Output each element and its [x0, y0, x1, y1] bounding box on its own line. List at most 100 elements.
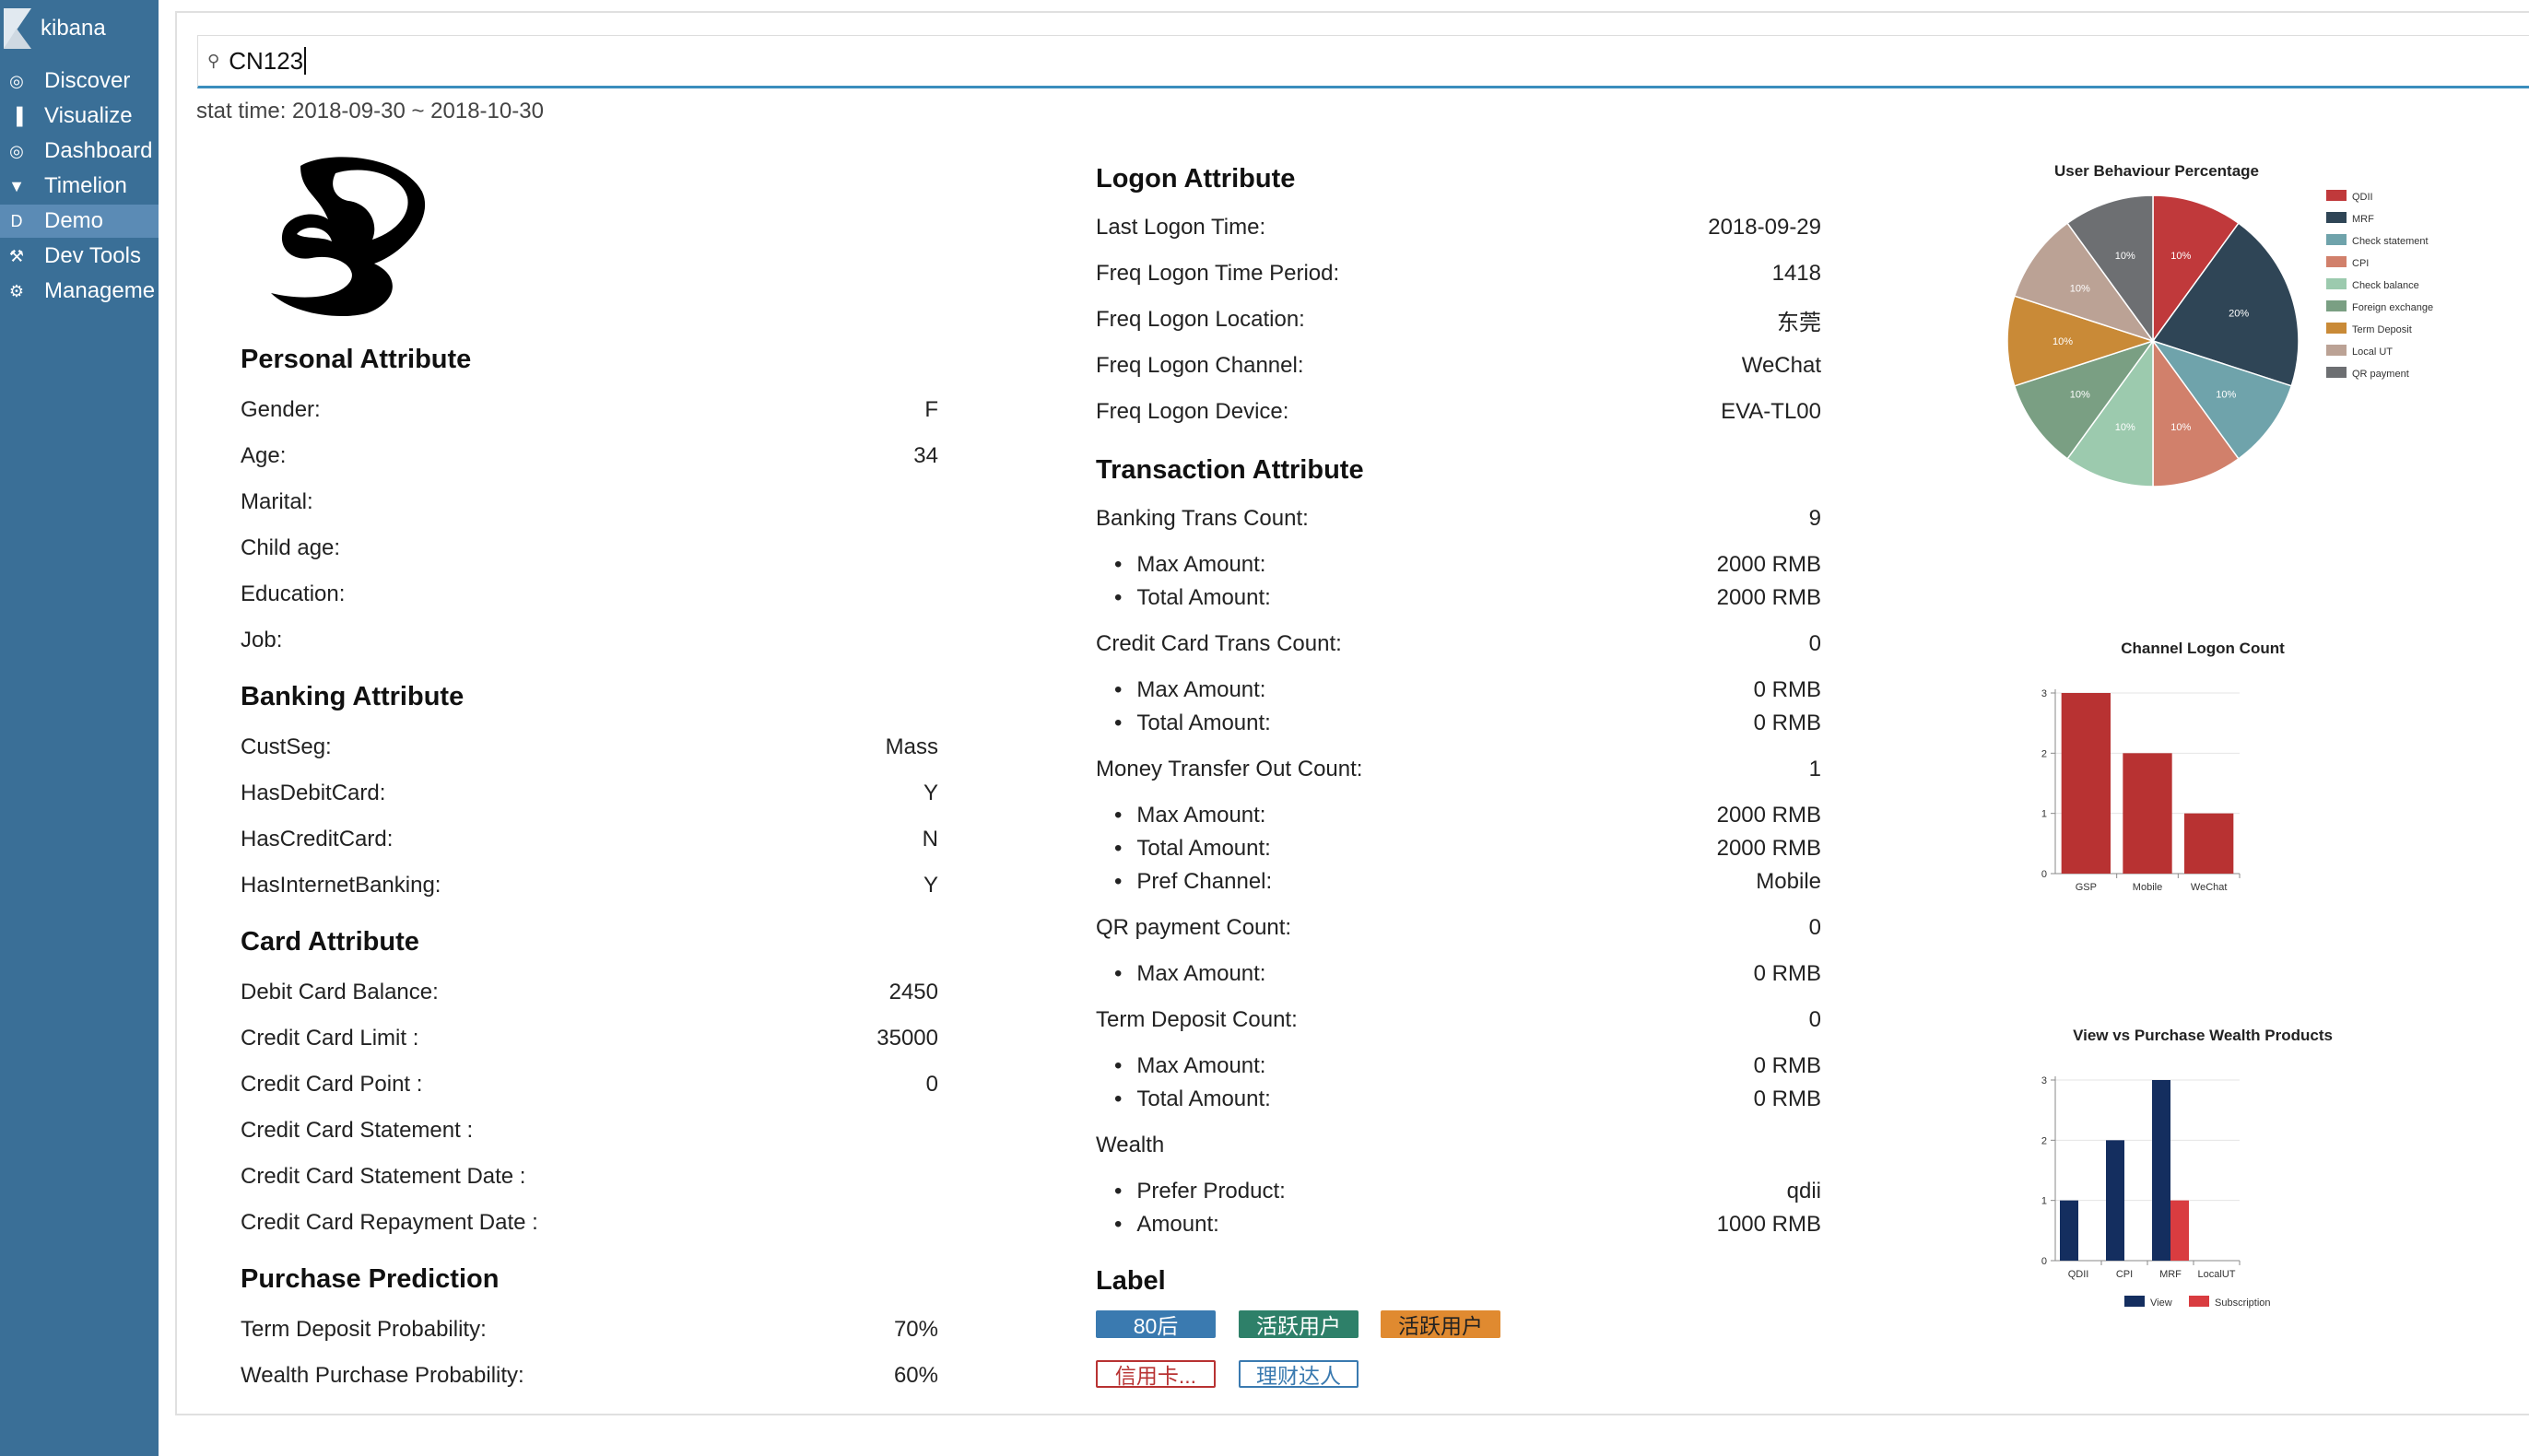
sidebar-item-label: Manageme [44, 278, 156, 303]
pie-slice-label: 10% [2070, 283, 2090, 294]
sidebar-item-label: Visualize [44, 103, 133, 128]
wrench-icon: ⚒ [8, 246, 25, 265]
field-label: Money Transfer Out Count: [1096, 757, 1363, 781]
personal-attribute-row: Age: 34 [241, 438, 938, 475]
kibana-brand[interactable]: kibana [0, 0, 159, 57]
legend-label: MRF [2352, 214, 2374, 225]
field-value: Y [923, 781, 938, 805]
field-value: EVA-TL00 [1721, 399, 1821, 424]
field-label: Prefer Product: [1118, 1179, 1285, 1204]
transaction-attribute-title: Transaction Attribute [1096, 455, 1364, 485]
sidebar-item-timelion[interactable]: ▼ Timelion [0, 170, 159, 203]
bar[interactable] [2106, 1140, 2124, 1261]
transaction-attribute-row: Pref Channel: Mobile [1118, 863, 1821, 900]
field-value: N [922, 827, 938, 851]
field-label: Child age: [241, 535, 341, 560]
x-tick-label: QDII [2068, 1269, 2089, 1280]
logon-attribute-title: Logon Attribute [1096, 164, 1296, 194]
field-label: Marital: [241, 489, 313, 514]
purchase-prediction-row: Wealth Purchase Probability: 60% [241, 1357, 938, 1394]
pie-chart: 10% 20% 10% 10% 10% 10% 10% 10% 10% QDII MRF Check … [2006, 190, 2433, 487]
pie-slice-label: 10% [2170, 422, 2191, 433]
legend-label: Check statement [2352, 236, 2429, 247]
legend-label: Term Deposit [2352, 324, 2412, 335]
field-value: 0 RMB [1753, 710, 1821, 735]
sidebar-item-label: Demo [44, 208, 104, 233]
logon-attribute-row: Last Logon Time: 2018-09-29 [1096, 209, 1821, 246]
field-label: Credit Card Statement : [241, 1118, 474, 1143]
y-tick-label: 3 [2041, 1075, 2047, 1086]
sidebar-item-label: Dashboard [44, 138, 153, 163]
field-label: HasInternetBanking: [241, 873, 441, 898]
transaction-attribute-row: Amount: 1000 RMB [1118, 1206, 1821, 1243]
bar[interactable] [2123, 753, 2172, 874]
field-label: Total Amount: [1118, 585, 1270, 611]
field-label: Job: [241, 628, 283, 652]
transaction-attribute-row: Wealth [1096, 1127, 1821, 1164]
field-label: Age: [241, 443, 287, 468]
label-tag[interactable]: 活跃用户 [1239, 1310, 1359, 1338]
transaction-attribute-row: QR payment Count: 0 [1096, 910, 1821, 946]
search-bar[interactable]: ⚲ CN123 [197, 35, 2529, 88]
field-value: 0 RMB [1753, 961, 1821, 986]
sidebar-item-manageme[interactable]: ⚙ Manageme [0, 275, 159, 308]
sidebar-item-visualize[interactable]: ▐ Visualize [0, 100, 159, 133]
field-label: Total Amount: [1118, 836, 1270, 862]
sidebar-item-label: Dev Tools [44, 243, 141, 268]
sidebar-item-label: Timelion [44, 173, 127, 198]
bar[interactable] [2060, 1200, 2078, 1261]
legend-label: QDII [2352, 192, 2373, 203]
label-tag[interactable]: 活跃用户 [1381, 1310, 1500, 1338]
field-value: 2450 [888, 980, 938, 1004]
legend-swatch [2326, 212, 2347, 223]
field-value: 0 RMB [1753, 677, 1821, 702]
field-label: Last Logon Time: [1096, 215, 1266, 240]
personal-attribute-title: Personal Attribute [241, 345, 472, 374]
transaction-attribute-row: Banking Trans Count: 9 [1096, 500, 1821, 537]
demo-letter-icon: D [10, 211, 23, 230]
banking-attribute-row: HasCreditCard: N [241, 821, 938, 858]
gear-icon: ⚙ [8, 281, 25, 300]
logon-attribute-row: Freq Logon Location: 东莞 [1096, 301, 1821, 338]
pie-slice-label: 10% [2053, 336, 2073, 347]
field-label: HasCreditCard: [241, 827, 394, 851]
field-label: Banking Trans Count: [1096, 506, 1309, 531]
sidebar-item-discover[interactable]: ◎ Discover [0, 65, 159, 98]
transaction-attribute-row: Max Amount: 2000 RMB [1118, 797, 1821, 834]
field-value: 1 [1808, 757, 1821, 781]
field-value: 1418 [1771, 261, 1821, 286]
logon-attribute-row: Freq Logon Channel: WeChat [1096, 347, 1821, 384]
legend-swatch [2326, 367, 2347, 378]
x-tick-label: LocalUT [2198, 1269, 2236, 1280]
banking-attribute-title: Banking Attribute [241, 682, 465, 711]
sidebar-item-dev-tools[interactable]: ⚒ Dev Tools [0, 240, 159, 273]
search-input[interactable]: CN123 [229, 47, 303, 76]
pie-slice-label: 10% [2070, 390, 2090, 401]
banking-attribute-row: HasInternetBanking: Y [241, 867, 938, 904]
bar[interactable] [2170, 1200, 2189, 1261]
label-tag[interactable]: 理财达人 [1239, 1360, 1359, 1388]
legend-label: QR payment [2352, 369, 2409, 380]
shield-icon: ▼ [8, 176, 25, 195]
field-value: WeChat [1741, 353, 1821, 378]
sidebar-item-dashboard[interactable]: ◎ Dashboard [0, 135, 159, 168]
sidebar-item-demo[interactable]: D Demo [0, 205, 159, 238]
field-label: Freq Logon Channel: [1096, 353, 1304, 378]
label-tag[interactable]: 80后 [1096, 1310, 1216, 1338]
label-tag[interactable]: 信用卡... [1096, 1360, 1216, 1388]
bar[interactable] [2152, 1080, 2170, 1261]
field-value: Y [923, 873, 938, 898]
field-label: Credit Card Trans Count: [1096, 631, 1342, 656]
field-value: 34 [913, 443, 938, 468]
transaction-attribute-row: Max Amount: 0 RMB [1118, 672, 1821, 709]
field-value: 1000 RMB [1716, 1212, 1821, 1237]
x-tick-label: Mobile [2133, 882, 2162, 893]
bar[interactable] [2061, 693, 2111, 874]
bar[interactable] [2184, 813, 2234, 874]
field-value: Mobile [1756, 869, 1821, 894]
field-label: Term Deposit Probability: [241, 1317, 487, 1342]
field-value: 0 [1808, 1007, 1821, 1032]
field-value: 0 RMB [1753, 1086, 1821, 1111]
y-tick-label: 2 [2041, 748, 2047, 759]
personal-attribute-row: Marital: [241, 484, 938, 521]
